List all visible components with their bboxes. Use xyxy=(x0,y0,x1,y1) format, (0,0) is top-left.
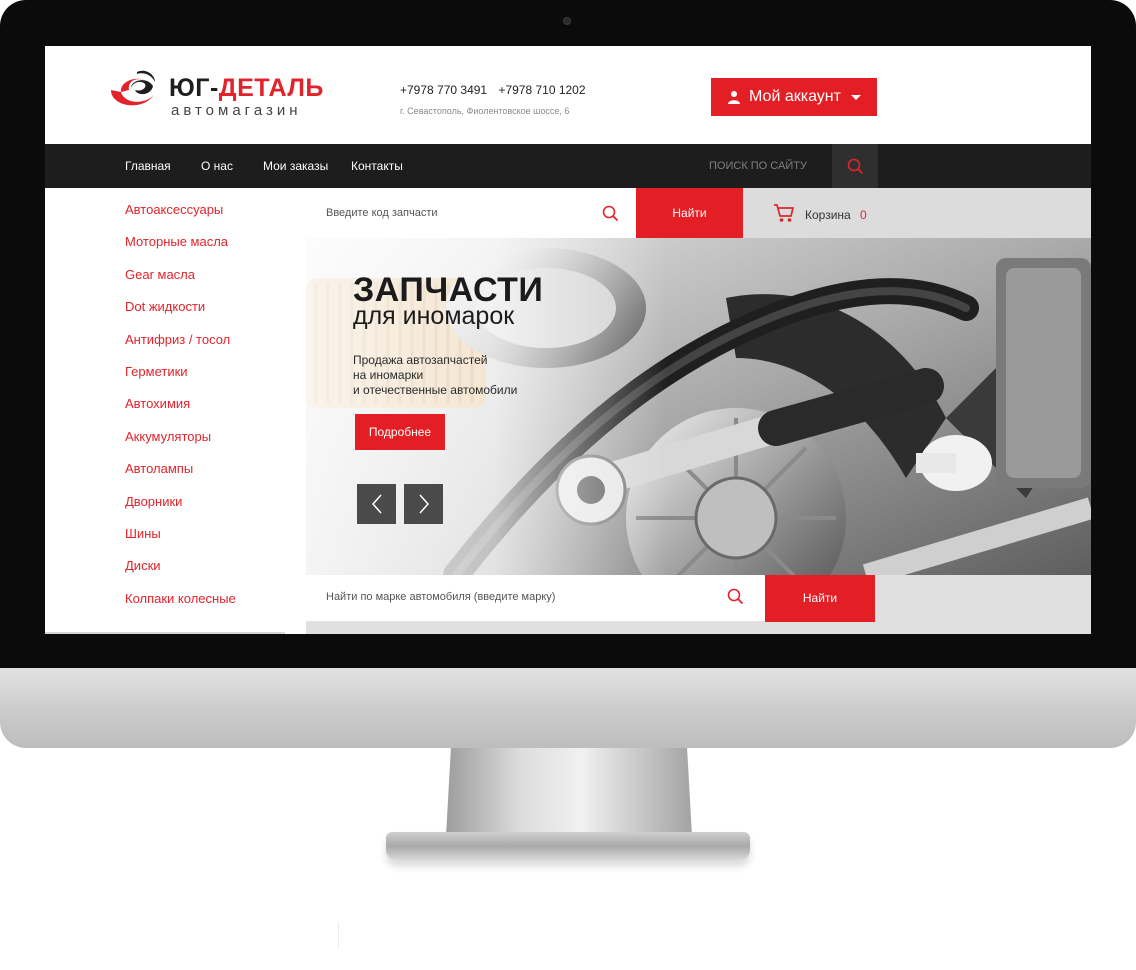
phone-1[interactable]: +7978 770 3491 xyxy=(400,83,487,97)
nav-item-home[interactable]: Главная xyxy=(125,144,171,188)
car-brand-input[interactable]: Найти по марке автомобиля (введите марку… xyxy=(326,575,555,619)
site-header: ЮГ-ДЕТАЛЬ автомагазин +7978 770 3491 +79… xyxy=(45,46,1091,144)
search-icon[interactable] xyxy=(727,588,744,605)
site-search-input[interactable]: ПОИСК ПО САЙТУ xyxy=(709,144,807,188)
category-item[interactable]: Моторные масла xyxy=(125,234,236,266)
monitor-stand-foot xyxy=(386,832,750,860)
chevron-left-icon xyxy=(371,494,382,514)
banner-text-line: на иномарки xyxy=(353,368,424,382)
chevron-right-icon xyxy=(418,494,429,514)
cart-icon xyxy=(774,204,794,222)
phone-2[interactable]: +7978 710 1202 xyxy=(498,83,585,97)
nav-item-contacts[interactable]: Контакты xyxy=(351,144,403,188)
cart[interactable]: Корзина 0 xyxy=(743,188,1091,238)
store-address: г. Севастополь, Фиолентовское шоссе, 6 xyxy=(400,106,570,116)
banner-text-line: и отечественные автомобили xyxy=(353,383,518,397)
banner-text-line: Продажа автозапчастей xyxy=(353,353,488,367)
nav-item-about[interactable]: О нас xyxy=(201,144,233,188)
slider-prev-button[interactable] xyxy=(357,484,396,524)
main-nav: Главная О нас Мои заказы Контакты ПОИСК … xyxy=(45,144,1091,188)
more-details-button[interactable]: Подробнее xyxy=(355,414,445,450)
car-brand-find-button[interactable]: Найти xyxy=(765,575,875,622)
category-sidebar: Автоаксессуары Моторные масла Gear масла… xyxy=(45,188,285,634)
category-item[interactable]: Дворники xyxy=(125,494,236,526)
hero-banner: ЗАПЧАСТИ для иномарок Продажа автозапчас… xyxy=(306,238,1091,575)
chevron-down-icon xyxy=(850,94,861,100)
logo-subtitle: автомагазин xyxy=(171,102,302,119)
category-item[interactable]: Герметики xyxy=(125,364,236,396)
cart-label: Корзина xyxy=(805,208,851,222)
site-search-button[interactable] xyxy=(832,144,878,188)
phone-numbers: +7978 770 3491 +7978 710 1202 xyxy=(400,83,594,97)
cart-count: 0 xyxy=(860,208,867,222)
category-item[interactable]: Антифриз / тосол xyxy=(125,332,236,364)
banner-subtitle: для иномарок xyxy=(353,302,515,330)
part-code-input[interactable]: Введите код запчасти xyxy=(326,188,438,238)
my-account-button[interactable]: Мой аккаунт xyxy=(711,78,877,116)
monitor-chin xyxy=(0,668,1136,748)
search-icon xyxy=(847,158,863,174)
website-screen: ЮГ-ДЕТАЛЬ автомагазин +7978 770 3491 +79… xyxy=(45,46,1091,634)
logo-swoosh-icon xyxy=(111,70,155,106)
category-item[interactable]: Автолампы xyxy=(125,461,236,493)
sidebar-divider xyxy=(45,632,285,634)
monitor-stand-neck xyxy=(446,748,692,836)
imac-mockup: ЮГ-ДЕТАЛЬ автомагазин +7978 770 3491 +79… xyxy=(0,0,1136,970)
category-list: Автоаксессуары Моторные масла Gear масла… xyxy=(125,202,236,623)
category-item[interactable]: Аккумуляторы xyxy=(125,429,236,461)
site-logo[interactable]: ЮГ-ДЕТАЛЬ автомагазин xyxy=(107,62,323,126)
car-brand-search: Найти по марке автомобиля (введите марку… xyxy=(306,575,765,622)
user-icon xyxy=(728,91,741,104)
my-account-label: Мой аккаунт xyxy=(749,88,841,105)
logo-title-part2: ДЕТАЛЬ xyxy=(218,74,324,102)
main-content: Введите код запчасти Найти Корзина 0 ЗАП… xyxy=(306,188,1091,634)
logo-title: ЮГ-ДЕТАЛЬ xyxy=(169,74,324,103)
category-item[interactable]: Шины xyxy=(125,526,236,558)
category-item[interactable]: Gear масла xyxy=(125,267,236,299)
camera-icon xyxy=(563,17,571,25)
nav-item-orders[interactable]: Мои заказы xyxy=(263,144,328,188)
banner-description: Продажа автозапчастей на иномарки и отеч… xyxy=(353,353,517,398)
slider-next-button[interactable] xyxy=(404,484,443,524)
category-item[interactable]: Автоаксессуары xyxy=(125,202,236,234)
part-find-button[interactable]: Найти xyxy=(636,188,743,238)
category-item[interactable]: Диски xyxy=(125,558,236,590)
logo-title-part1: ЮГ- xyxy=(169,74,219,102)
part-code-search: Введите код запчасти xyxy=(306,188,636,238)
category-item[interactable]: Колпаки колесные xyxy=(125,591,236,623)
category-item[interactable]: Автохимия xyxy=(125,396,236,428)
search-icon[interactable] xyxy=(602,205,619,222)
divider xyxy=(338,922,339,948)
category-item[interactable]: Dot жидкости xyxy=(125,299,236,331)
